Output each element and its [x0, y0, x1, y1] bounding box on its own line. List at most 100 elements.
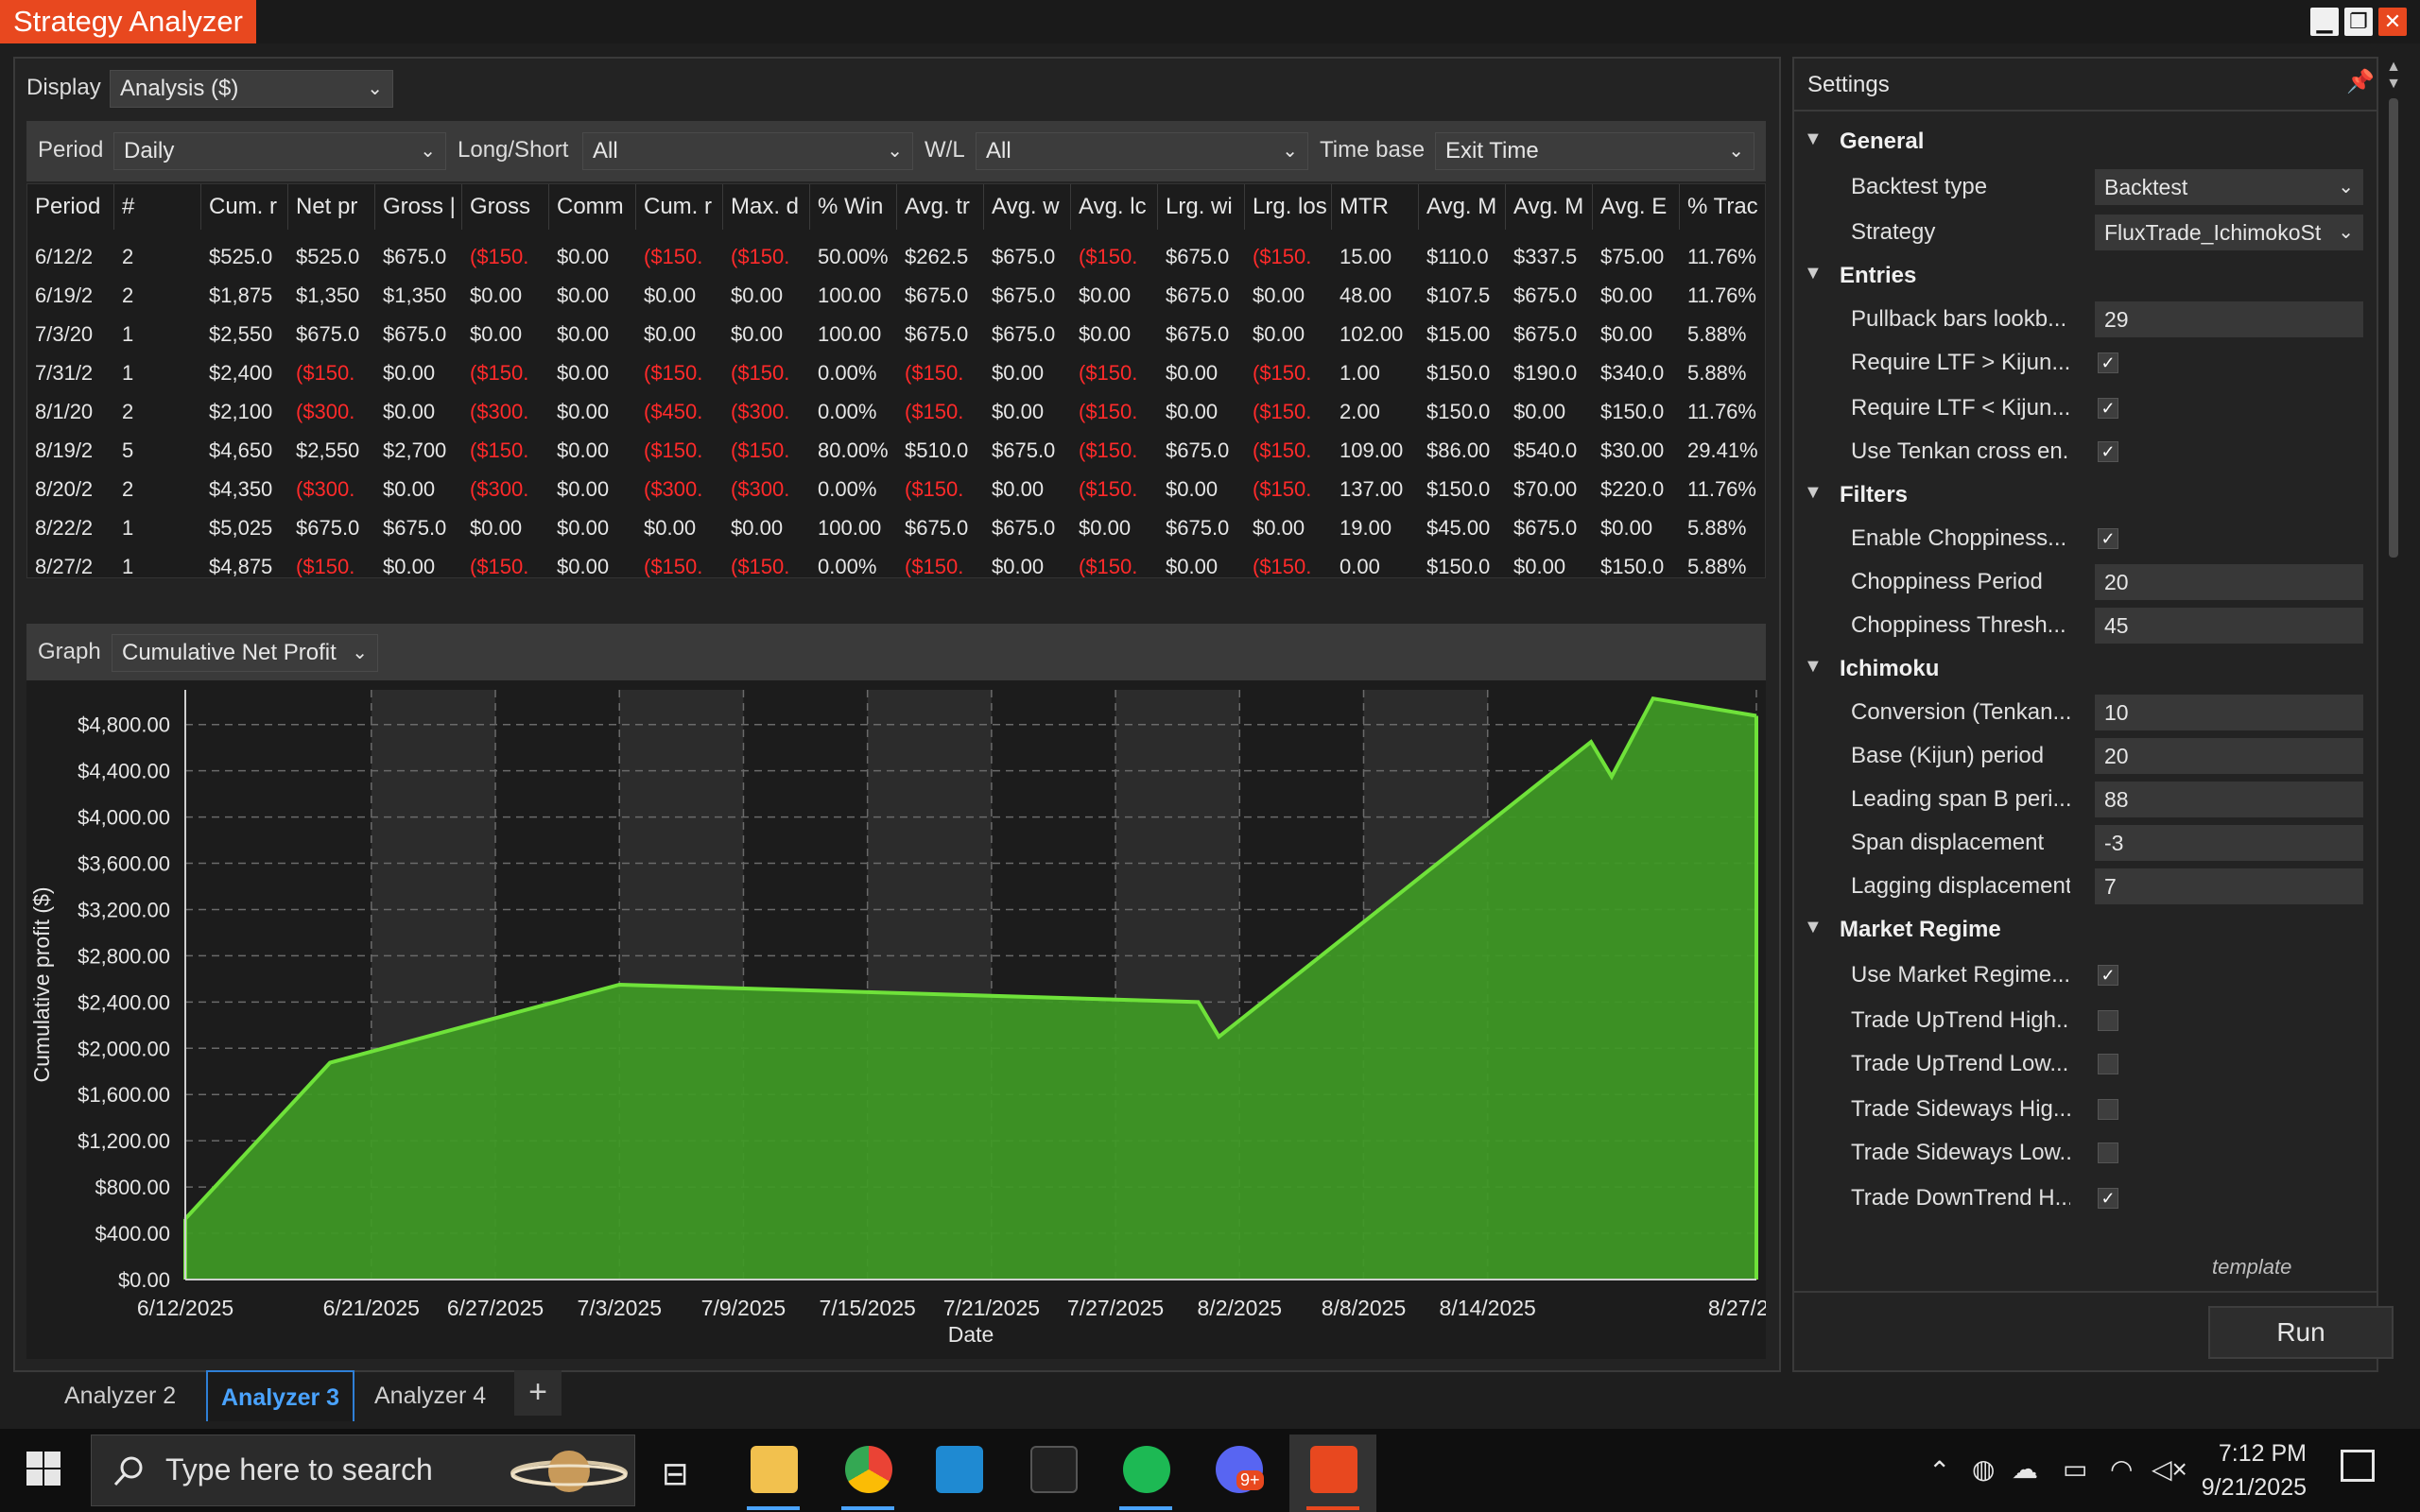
table-cell: $675.0: [905, 284, 969, 307]
cloud-icon[interactable]: ☁: [2012, 1453, 2038, 1485]
taskbar-search-box[interactable]: Type here to search: [91, 1435, 635, 1506]
camera-icon[interactable]: ◍: [1972, 1453, 1995, 1485]
collapse-triangle-icon[interactable]: ▼: [1804, 129, 1823, 150]
section-market-regime[interactable]: Market Regime: [1840, 911, 2001, 949]
tab-analyzer-2[interactable]: Analyzer 2: [51, 1370, 189, 1421]
table-cell: $0.00: [557, 322, 610, 346]
property-input-span-disp[interactable]: -3: [2095, 825, 2363, 861]
column-header[interactable]: Gross: [462, 184, 549, 230]
collapse-triangle-icon[interactable]: ▼: [1804, 656, 1823, 678]
chrome-icon[interactable]: [845, 1446, 892, 1493]
scroll-down-icon[interactable]: ▼: [2382, 76, 2405, 93]
property-checkbox-side-low[interactable]: [2098, 1143, 2118, 1163]
section-general[interactable]: General: [1840, 123, 1924, 161]
column-header[interactable]: Lrg. los: [1245, 184, 1332, 230]
property-checkbox-up-high[interactable]: [2098, 1010, 2118, 1031]
clock-time[interactable]: 7:12 PM: [2212, 1440, 2307, 1468]
graph-dropdown[interactable]: Cumulative Net Profit ⌄: [112, 634, 378, 672]
property-input-lag-disp[interactable]: 7: [2095, 868, 2363, 904]
property-checkbox-side-high[interactable]: [2098, 1099, 2118, 1120]
table-cell: ($150.: [470, 361, 529, 385]
table-cell: ($150.: [905, 555, 964, 578]
property-dropdown-strategy[interactable]: FluxTrade_IchimokoSt ⌄: [2095, 215, 2363, 250]
column-header[interactable]: Cum. r: [636, 184, 723, 230]
property-input-conversion[interactable]: 10: [2095, 695, 2363, 730]
volume-muted-icon[interactable]: ◁×: [2152, 1453, 2187, 1485]
settings-scrollbar[interactable]: ▲ ▼: [2382, 59, 2405, 1278]
property-value: 7: [2104, 874, 2117, 899]
table-cell: 50.00%: [818, 245, 889, 268]
property-input-chop-thresh[interactable]: 45: [2095, 608, 2363, 644]
period-dropdown[interactable]: Daily ⌄: [113, 132, 446, 170]
add-tab-button[interactable]: +: [514, 1370, 562, 1416]
collapse-triangle-icon[interactable]: ▼: [1804, 482, 1823, 504]
scroll-up-icon[interactable]: ▲: [2382, 59, 2405, 76]
property-input-pullback[interactable]: 29: [2095, 301, 2363, 337]
table-cell: 8/1/20: [35, 400, 94, 423]
column-header[interactable]: Lrg. wi: [1158, 184, 1245, 230]
scroll-thumb[interactable]: [2389, 98, 2398, 558]
search-placeholder: Type here to search: [165, 1452, 433, 1486]
timebase-dropdown[interactable]: Exit Time ⌄: [1435, 132, 1754, 170]
column-header[interactable]: % Trac: [1680, 184, 1765, 230]
wifi-icon[interactable]: ◠: [2110, 1453, 2133, 1485]
section-ichimoku[interactable]: Ichimoku: [1840, 650, 1939, 688]
column-header[interactable]: Net pr: [288, 184, 375, 230]
ninjatrader-icon[interactable]: [1310, 1446, 1357, 1493]
notifications-icon[interactable]: [2341, 1450, 2375, 1482]
column-header[interactable]: #: [114, 184, 201, 230]
task-view-icon[interactable]: ⊟: [662, 1455, 689, 1493]
column-header[interactable]: Avg. M: [1419, 184, 1506, 230]
restore-button[interactable]: ❐: [2344, 8, 2373, 36]
column-header[interactable]: Cum. r: [201, 184, 288, 230]
property-checkbox-req-lt[interactable]: ✓: [2098, 398, 2118, 419]
pin-icon[interactable]: 📌: [2346, 68, 2375, 95]
column-header[interactable]: Period: [27, 184, 114, 230]
display-dropdown[interactable]: Analysis ($) ⌄: [110, 70, 393, 108]
collapse-triangle-icon[interactable]: ▼: [1804, 917, 1823, 938]
table-cell: $0.00: [1079, 322, 1132, 346]
property-checkbox-down-high[interactable]: ✓: [2098, 1188, 2118, 1209]
tab-analyzer-3[interactable]: Analyzer 3: [206, 1370, 355, 1421]
collapse-triangle-icon[interactable]: ▼: [1804, 263, 1823, 284]
property-checkbox-enable-chop[interactable]: ✓: [2098, 528, 2118, 549]
minimize-button[interactable]: ▁: [2310, 8, 2339, 36]
section-filters[interactable]: Filters: [1840, 476, 1908, 514]
column-header[interactable]: Avg. M: [1506, 184, 1593, 230]
property-input-base[interactable]: 20: [2095, 738, 2363, 774]
column-header[interactable]: % Win: [810, 184, 897, 230]
longshort-dropdown[interactable]: All ⌄: [582, 132, 913, 170]
battery-icon[interactable]: ▭: [2063, 1453, 2087, 1485]
tab-analyzer-4[interactable]: Analyzer 4: [361, 1370, 499, 1421]
chevron-up-icon[interactable]: ⌃: [1928, 1455, 1950, 1486]
column-header[interactable]: Gross |: [375, 184, 462, 230]
column-header[interactable]: Avg. E: [1593, 184, 1680, 230]
property-input-chop-period[interactable]: 20: [2095, 564, 2363, 600]
template-label[interactable]: template: [2212, 1255, 2291, 1280]
clock-date[interactable]: 9/21/2025: [2184, 1474, 2307, 1502]
table-cell: $0.00: [731, 322, 784, 346]
column-header[interactable]: Max. d: [723, 184, 810, 230]
close-button[interactable]: ✕: [2378, 8, 2407, 36]
column-header[interactable]: Avg. lc: [1071, 184, 1158, 230]
column-header[interactable]: Avg. tr: [897, 184, 984, 230]
table-cell: 8/22/2: [35, 516, 94, 540]
property-checkbox-use-regime[interactable]: ✓: [2098, 965, 2118, 986]
column-header[interactable]: Comm: [549, 184, 636, 230]
wl-dropdown[interactable]: All ⌄: [976, 132, 1308, 170]
column-header[interactable]: MTR: [1332, 184, 1419, 230]
property-checkbox-up-low[interactable]: [2098, 1054, 2118, 1074]
column-header[interactable]: Avg. w: [984, 184, 1071, 230]
run-button[interactable]: Run: [2208, 1306, 2394, 1359]
spotify-icon[interactable]: [1123, 1446, 1170, 1493]
section-entries[interactable]: Entries: [1840, 257, 1916, 295]
file-explorer-icon[interactable]: [751, 1446, 798, 1493]
vscode-icon[interactable]: [936, 1446, 983, 1493]
property-checkbox-req-gt[interactable]: ✓: [2098, 352, 2118, 373]
windows-start-icon[interactable]: [26, 1452, 60, 1486]
table-cell: $0.00: [1079, 284, 1132, 307]
property-dropdown-backtest-type[interactable]: Backtest ⌄: [2095, 169, 2363, 205]
app-cube-icon[interactable]: [1030, 1446, 1078, 1493]
property-checkbox-tenkan-cross[interactable]: ✓: [2098, 441, 2118, 462]
property-input-span-b[interactable]: 88: [2095, 782, 2363, 817]
